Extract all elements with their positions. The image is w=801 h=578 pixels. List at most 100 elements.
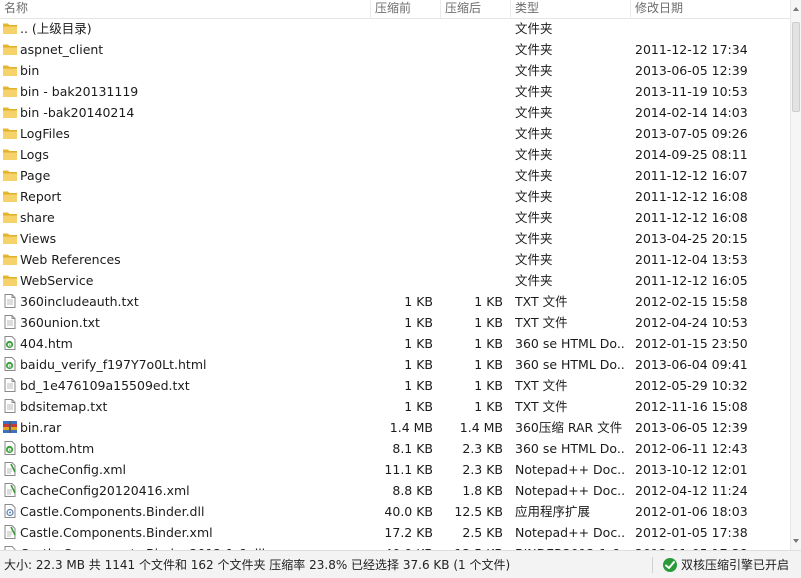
file-row[interactable]: aspnet_client 文件夹 2011-12-12 17:34 <box>0 39 791 60</box>
file-type: 文件夹 <box>515 252 553 267</box>
file-type: 360 se HTML Do... <box>515 336 625 351</box>
folder-icon <box>2 272 18 288</box>
file-row[interactable]: Castle.Components.Binder.dll 40.0 KB 12.5 … <box>0 501 791 522</box>
file-type: TXT 文件 <box>515 399 568 414</box>
column-divider[interactable] <box>440 0 441 18</box>
file-row[interactable]: Views 文件夹 2013-04-25 20:15 <box>0 228 791 249</box>
scrollbar-thumb[interactable] <box>792 22 800 112</box>
column-header-type[interactable]: 类型 <box>515 0 539 18</box>
file-modified-date: 2011-12-12 16:05 <box>635 273 748 288</box>
file-packed-size: 2.5 KB <box>462 525 503 540</box>
file-name: Report <box>20 189 62 204</box>
file-row[interactable]: bin - bak20131119 文件夹 2013-11-19 10:53 <box>0 81 791 102</box>
column-header-name[interactable]: 名称 <box>4 0 28 18</box>
file-row[interactable]: share 文件夹 2011-12-12 16:08 <box>0 207 791 228</box>
file-name: WebService <box>20 273 94 288</box>
dual-core-engine-status[interactable]: 双核压缩引擎已开启 <box>681 556 789 573</box>
file-row[interactable]: bdsitemap.txt 1 KB 1 KB TXT 文件 2012-11-16 15… <box>0 396 791 417</box>
vertical-scrollbar[interactable] <box>790 0 801 550</box>
folder-icon <box>2 125 18 141</box>
file-type: 360 se HTML Do... <box>515 357 625 372</box>
xml-file-icon <box>2 482 18 498</box>
scroll-down-arrow-icon[interactable] <box>792 537 800 545</box>
file-modified-date: 2011-12-12 16:07 <box>635 168 748 183</box>
column-divider[interactable] <box>630 0 631 18</box>
file-packed-size <box>438 186 503 207</box>
file-type: 文件夹 <box>515 273 553 288</box>
file-packed-size <box>438 60 503 81</box>
file-name: bd_1e476109a15509ed.txt <box>20 378 190 393</box>
file-name: 360includeauth.txt <box>20 294 139 309</box>
file-row[interactable]: bd_1e476109a15509ed.txt 1 KB 1 KB TXT 文件 201… <box>0 375 791 396</box>
file-size: 40.0 KB <box>384 504 433 519</box>
column-header-packed[interactable]: 压缩后 <box>445 0 481 18</box>
status-divider <box>652 557 653 573</box>
file-size: 1 KB <box>404 357 433 372</box>
file-row[interactable]: e 404.htm 1 KB 1 KB 360 se HTML Do... 2012-01… <box>0 333 791 354</box>
file-row[interactable]: Page 文件夹 2011-12-12 16:07 <box>0 165 791 186</box>
file-name: baidu_verify_f197Y7o0Lt.html <box>20 357 207 372</box>
dual-core-engine-icon[interactable] <box>662 557 678 573</box>
file-name: aspnet_client <box>20 42 104 57</box>
file-list[interactable]: .. (上级目录) 文件夹 aspnet_client 文件夹 2011-12-12 1… <box>0 18 791 550</box>
file-row[interactable]: bin 文件夹 2013-06-05 12:39 <box>0 60 791 81</box>
file-type: TXT 文件 <box>515 378 568 393</box>
folder-icon <box>2 20 18 36</box>
file-modified-date: 2012-05-29 10:32 <box>635 378 748 393</box>
folder-icon <box>2 83 18 99</box>
folder-icon <box>2 188 18 204</box>
status-bar: 大小: 22.3 MB 共 1141 个文件和 162 个文件夹 压缩率 23.… <box>0 550 801 578</box>
file-row[interactable]: Report 文件夹 2011-12-12 16:08 <box>0 186 791 207</box>
file-type: 文件夹 <box>515 105 553 120</box>
file-packed-size <box>438 102 503 123</box>
file-row[interactable]: .. (上级目录) 文件夹 <box>0 18 791 39</box>
status-summary: 大小: 22.3 MB 共 1141 个文件和 162 个文件夹 压缩率 23.… <box>4 558 511 572</box>
column-divider[interactable] <box>370 0 371 18</box>
file-modified-date: 2014-09-25 08:11 <box>635 147 748 162</box>
file-modified-date: 2013-04-25 20:15 <box>635 231 748 246</box>
text-file-icon <box>2 314 18 330</box>
scroll-up-arrow-icon[interactable] <box>792 5 800 13</box>
file-modified-date: 2013-06-05 12:39 <box>635 63 748 78</box>
column-divider[interactable] <box>510 0 511 18</box>
file-name: 360union.txt <box>20 315 100 330</box>
text-file-icon <box>2 398 18 414</box>
file-row[interactable]: e baidu_verify_f197Y7o0Lt.html 1 KB 1 KB 360… <box>0 354 791 375</box>
file-row[interactable]: 360includeauth.txt 1 KB 1 KB TXT 文件 2012-02-… <box>0 291 791 312</box>
file-row[interactable]: Castle.Components.Binder.xml 17.2 KB 2.5 K… <box>0 522 791 543</box>
file-modified-date: 2012-01-15 23:50 <box>635 336 748 351</box>
file-row[interactable]: LogFiles 文件夹 2013-07-05 09:26 <box>0 123 791 144</box>
column-header-modified[interactable]: 修改日期 <box>635 0 683 18</box>
file-row[interactable]: bin -bak20140214 文件夹 2014-02-14 14:03 <box>0 102 791 123</box>
file-size <box>365 207 433 228</box>
file-size <box>365 123 433 144</box>
file-size <box>365 144 433 165</box>
file-packed-size: 12.5 KB <box>438 543 503 550</box>
file-name: bin.rar <box>20 420 62 435</box>
xml-file-icon <box>2 461 18 477</box>
file-row[interactable]: e bottom.htm 8.1 KB 2.3 KB 360 se HTML Do...… <box>0 438 791 459</box>
file-size: 11.1 KB <box>384 462 433 477</box>
file-type: 文件夹 <box>515 210 553 225</box>
file-row[interactable]: CacheConfig20120416.xml 8.8 KB 1.8 KB Notep… <box>0 480 791 501</box>
file-row[interactable]: Castle.Components.Binder.2012-1-6.dll40.… <box>0 543 791 550</box>
text-file-icon <box>2 377 18 393</box>
file-type: TXT 文件 <box>515 315 568 330</box>
file-size <box>365 18 433 39</box>
file-type: 应用程序扩展 <box>515 504 591 519</box>
svg-text:e: e <box>7 363 11 370</box>
file-size <box>365 60 433 81</box>
file-row[interactable]: Logs 文件夹 2014-09-25 08:11 <box>0 144 791 165</box>
file-row[interactable]: 360union.txt 1 KB 1 KB TXT 文件 2012-04-24 10:… <box>0 312 791 333</box>
file-row[interactable]: Web References 文件夹 2011-12-04 13:53 <box>0 249 791 270</box>
file-row[interactable]: CacheConfig.xml 11.1 KB 2.3 KB Notepad++ Do… <box>0 459 791 480</box>
column-header-size[interactable]: 压缩前 <box>375 0 411 18</box>
file-size: 40.0 KB <box>365 543 433 550</box>
file-packed-size <box>438 144 503 165</box>
file-row[interactable]: bin.rar 1.4 MB 1.4 MB 360压缩 RAR 文件 2013-06-0… <box>0 417 791 438</box>
file-row[interactable]: WebService 文件夹 2011-12-12 16:05 <box>0 270 791 291</box>
file-packed-size <box>438 228 503 249</box>
file-modified-date: 2012-11-16 15:08 <box>635 399 748 414</box>
file-name: bottom.htm <box>20 441 95 456</box>
file-size <box>365 186 433 207</box>
